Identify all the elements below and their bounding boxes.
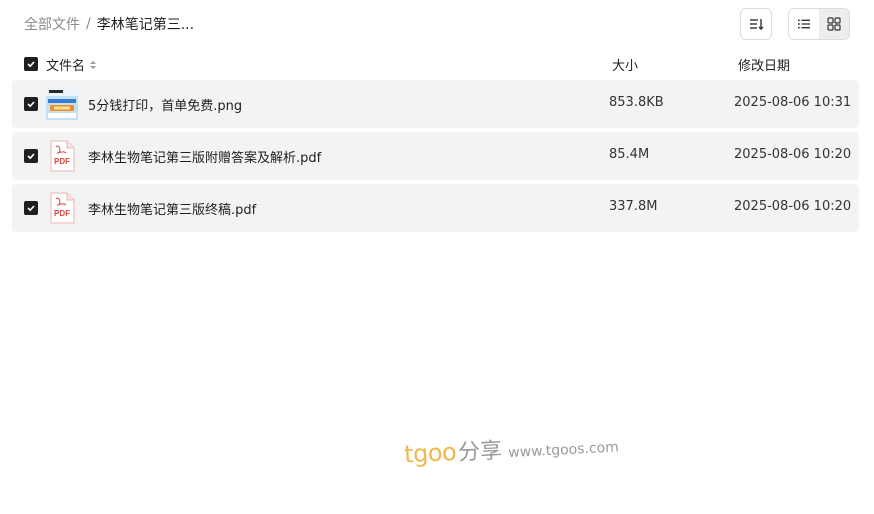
column-header-date[interactable]: 修改日期 [738,55,790,74]
column-header-size[interactable]: 大小 [612,55,638,74]
watermark: tgoo 分享 www.tgoos.com [403,426,619,469]
file-name[interactable]: 5分钱打印，首单免费.png [88,95,242,114]
file-name[interactable]: 李林生物笔记第三版终稿.pdf [88,199,256,218]
table-row[interactable]: 5分钱打印，首单免费.png 853.8KB 2025-08-06 10:31 [12,80,859,128]
table-header: 文件名 大小 修改日期 [0,52,874,76]
watermark-cn: 分享 [457,438,503,466]
file-name[interactable]: 李林生物笔记第三版附赠答案及解析.pdf [88,147,321,166]
pdf-icon-label: PDF [54,209,70,218]
select-all-checkbox[interactable] [24,57,38,71]
top-bar: 全部文件 / 李林笔记第三... [0,0,874,48]
watermark-logo: tgoo [403,437,457,469]
check-icon [27,61,35,68]
pdf-file-icon: PDF [50,192,75,224]
sort-caret-icon [90,60,97,69]
file-size: 85.4M [609,147,650,162]
grid-view-icon [827,17,841,31]
file-modified-date: 2025-08-06 10:20 [734,147,852,162]
table-row[interactable]: PDF 李林生物笔记第三版附赠答案及解析.pdf 85.4M 2025-08-0… [12,132,859,180]
breadcrumb-separator: / [86,16,91,32]
breadcrumb-root-link[interactable]: 全部文件 [24,14,80,34]
check-icon [27,205,35,212]
file-modified-date: 2025-08-06 10:31 [734,95,852,110]
grid-view-button[interactable] [819,9,849,39]
image-file-thumbnail-icon [46,88,78,120]
sort-button[interactable] [740,8,772,40]
watermark-url: www.tgoos.com [507,439,620,462]
file-modified-date: 2025-08-06 10:20 [734,199,852,214]
list-view-button[interactable] [789,9,819,39]
row-checkbox[interactable] [24,97,38,111]
pdf-file-icon: PDF [50,140,75,172]
row-checkbox[interactable] [24,201,38,215]
sort-icon [750,19,764,30]
file-size: 337.8M [609,199,658,214]
column-header-name-label: 文件名 [46,59,86,74]
view-toggle [788,8,850,40]
check-icon [27,101,35,108]
file-size: 853.8KB [609,95,664,110]
breadcrumb-current-folder: 李林笔记第三... [96,17,195,33]
table-row[interactable]: PDF 李林生物笔记第三版终稿.pdf 337.8M 2025-08-06 10… [12,184,859,232]
list-view-icon [798,19,810,29]
column-header-name[interactable]: 文件名 [46,55,97,74]
pdf-icon-label: PDF [54,157,70,166]
check-icon [27,153,35,160]
breadcrumb: 全部文件 / 李林笔记第三... [24,14,194,34]
row-checkbox[interactable] [24,149,38,163]
